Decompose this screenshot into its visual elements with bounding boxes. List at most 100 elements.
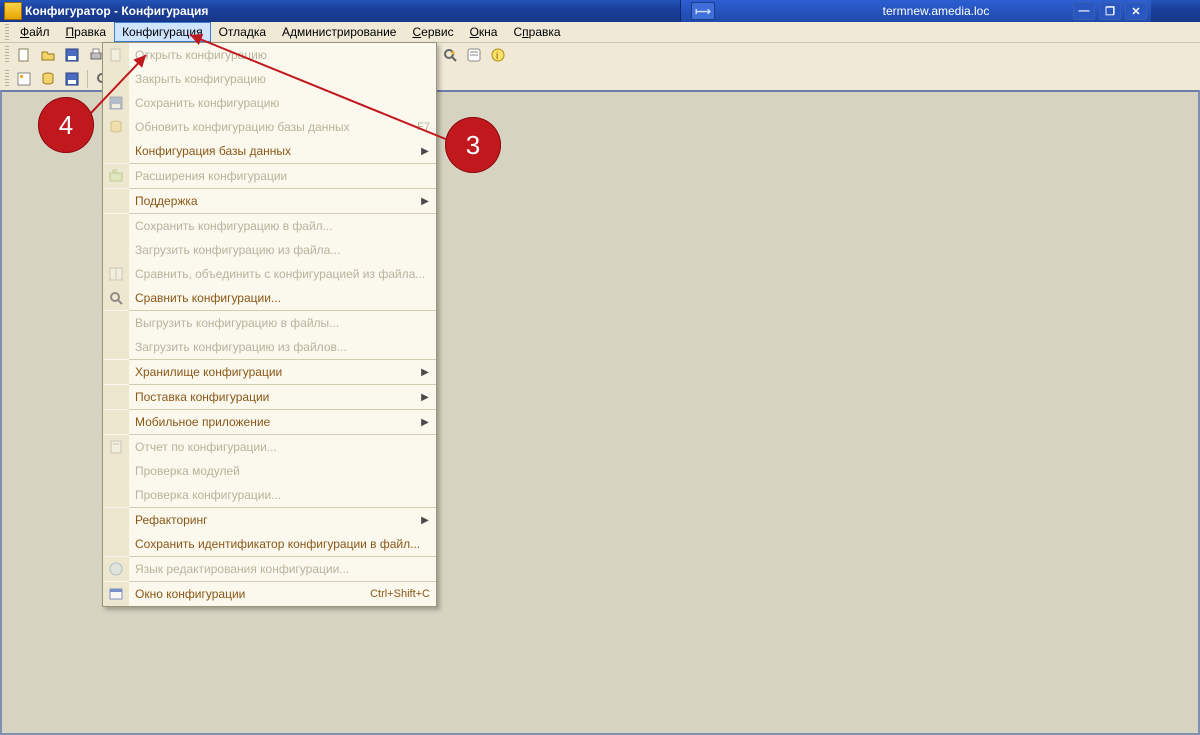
window-buttons: — ❐ ✕ [1073, 2, 1147, 20]
blank-icon [103, 360, 129, 384]
blank-icon [103, 238, 129, 262]
menu-item-label: Рефакторинг [129, 513, 420, 527]
title-bar: Конфигуратор - Конфигурация ⟼ termnew.am… [0, 0, 1200, 22]
merge-icon [103, 262, 129, 286]
menu-item: Проверка конфигурации... [103, 483, 436, 507]
svg-text:i: i [496, 51, 498, 62]
menu-item-label: Сохранить конфигурацию в файл... [129, 219, 430, 233]
menu-item-label: Поставка конфигурации [129, 390, 420, 404]
menu-item[interactable]: Рефакторинг▶ [103, 508, 436, 532]
menu-item-label: Расширения конфигурации [129, 169, 430, 183]
submenu-arrow-icon: ▶ [420, 417, 430, 428]
menu-item[interactable]: Мобильное приложение▶ [103, 410, 436, 434]
menu-item-shortcut: Ctrl+Shift+C [362, 588, 430, 600]
submenu-arrow-icon: ▶ [420, 146, 430, 157]
ext-icon [103, 164, 129, 188]
menu-файл[interactable]: Файл [12, 22, 58, 42]
close-button[interactable]: ✕ [1125, 2, 1147, 20]
menu-item-label: Выгрузить конфигурацию в файлы... [129, 316, 430, 330]
menu-конфигурация[interactable]: Конфигурация [114, 22, 211, 42]
remote-session-tab: ⟼ termnew.amedia.loc — ❐ ✕ [680, 0, 1151, 22]
toolbar-cfg-open-icon[interactable] [13, 68, 35, 90]
blank-icon [103, 214, 129, 238]
menu-item-label: Хранилище конфигурации [129, 365, 420, 379]
menu-item-label: Сохранить конфигурацию [129, 96, 430, 110]
menu-item: Обновить конфигурацию базы данныхF7 [103, 115, 436, 139]
menu-item: Сохранить конфигурацию [103, 91, 436, 115]
app-icon [4, 2, 22, 20]
toolbar-grip[interactable] [5, 24, 9, 40]
menu-item[interactable]: Хранилище конфигурации▶ [103, 360, 436, 384]
menu-item-label: Отчет по конфигурации... [129, 440, 430, 454]
toolbar-help-icon[interactable] [463, 44, 485, 66]
menu-item-label: Сохранить идентификатор конфигурации в ф… [129, 537, 430, 551]
minimize-button[interactable]: — [1073, 2, 1095, 20]
blank-icon [103, 410, 129, 434]
toolbar-save-icon[interactable] [61, 44, 83, 66]
menu-item[interactable]: Поддержка▶ [103, 189, 436, 213]
blank-icon [103, 532, 129, 556]
submenu-arrow-icon: ▶ [420, 367, 430, 378]
menu-администрирование[interactable]: Администрирование [274, 22, 404, 42]
menu-item-label: Сравнить, объединить с конфигурацией из … [129, 267, 430, 281]
menu-item: Проверка модулей [103, 459, 436, 483]
menu-item-label: Окно конфигурации [129, 587, 362, 601]
compare-icon [103, 286, 129, 310]
toolbar-cfg-db-icon[interactable] [37, 68, 59, 90]
db-icon [103, 115, 129, 139]
menu-отладка[interactable]: Отладка [211, 22, 274, 42]
menu-item-label: Сравнить конфигурации... [129, 291, 430, 305]
menu-правка[interactable]: Правка [58, 22, 115, 42]
menu-сервис[interactable]: Сервис [404, 22, 461, 42]
blank-icon [103, 67, 129, 91]
menu-окна[interactable]: Окна [462, 22, 506, 42]
blank-icon [103, 335, 129, 359]
toolbar-open-icon[interactable] [37, 44, 59, 66]
toolbar-grip[interactable] [5, 70, 9, 88]
menu-item-label: Мобильное приложение [129, 415, 420, 429]
menu-item: Отчет по конфигурации... [103, 435, 436, 459]
toolbar-cfg-save-icon[interactable] [61, 68, 83, 90]
blank-icon [103, 139, 129, 163]
window-title: Конфигуратор - Конфигурация [25, 4, 218, 18]
submenu-arrow-icon: ▶ [420, 392, 430, 403]
menu-справка[interactable]: Справка [505, 22, 568, 42]
menu-item: Сохранить конфигурацию в файл... [103, 214, 436, 238]
lang-icon [103, 557, 129, 581]
menu-item[interactable]: Окно конфигурацииCtrl+Shift+C [103, 582, 436, 606]
menu-item[interactable]: Поставка конфигурации▶ [103, 385, 436, 409]
blank-icon [103, 311, 129, 335]
annotation-3-label: 3 [466, 130, 480, 161]
menu-item-label: Открыть конфигурацию [129, 48, 430, 62]
report-icon [103, 435, 129, 459]
menu-item[interactable]: Сравнить конфигурации... [103, 286, 436, 310]
menu-item-label: Закрыть конфигурацию [129, 72, 430, 86]
menu-item: Язык редактирования конфигурации... [103, 557, 436, 581]
annotation-badge-3: 3 [445, 117, 501, 173]
submenu-arrow-icon: ▶ [420, 196, 430, 207]
toolbar-info-icon[interactable]: i [487, 44, 509, 66]
menu-item[interactable]: Сохранить идентификатор конфигурации в ф… [103, 532, 436, 556]
toolbar-new-icon[interactable] [13, 44, 35, 66]
menu-item: Загрузить конфигурацию из файлов... [103, 335, 436, 359]
menu-item[interactable]: Конфигурация базы данных▶ [103, 139, 436, 163]
pin-icon[interactable]: ⟼ [691, 2, 715, 20]
menu-item-label: Язык редактирования конфигурации... [129, 562, 430, 576]
blank-icon [103, 459, 129, 483]
menu-item: Закрыть конфигурацию [103, 67, 436, 91]
menu-item-label: Обновить конфигурацию базы данных [129, 120, 409, 134]
menu-item: Загрузить конфигурацию из файла... [103, 238, 436, 262]
window-icon [103, 582, 129, 606]
menu-item-label: Загрузить конфигурацию из файла... [129, 243, 430, 257]
blank-icon [103, 385, 129, 409]
restore-button[interactable]: ❐ [1099, 2, 1121, 20]
menu-item-label: Поддержка [129, 194, 420, 208]
toolbar-grip[interactable] [5, 46, 9, 64]
toolbar-magic-icon[interactable] [439, 44, 461, 66]
toolbar-separator [87, 70, 88, 88]
menu-item: Расширения конфигурации [103, 164, 436, 188]
menu-item-label: Проверка модулей [129, 464, 430, 478]
menu-item-shortcut: F7 [409, 121, 430, 133]
menu-item-label: Конфигурация базы данных [129, 144, 420, 158]
menu-item: Открыть конфигурацию [103, 43, 436, 67]
